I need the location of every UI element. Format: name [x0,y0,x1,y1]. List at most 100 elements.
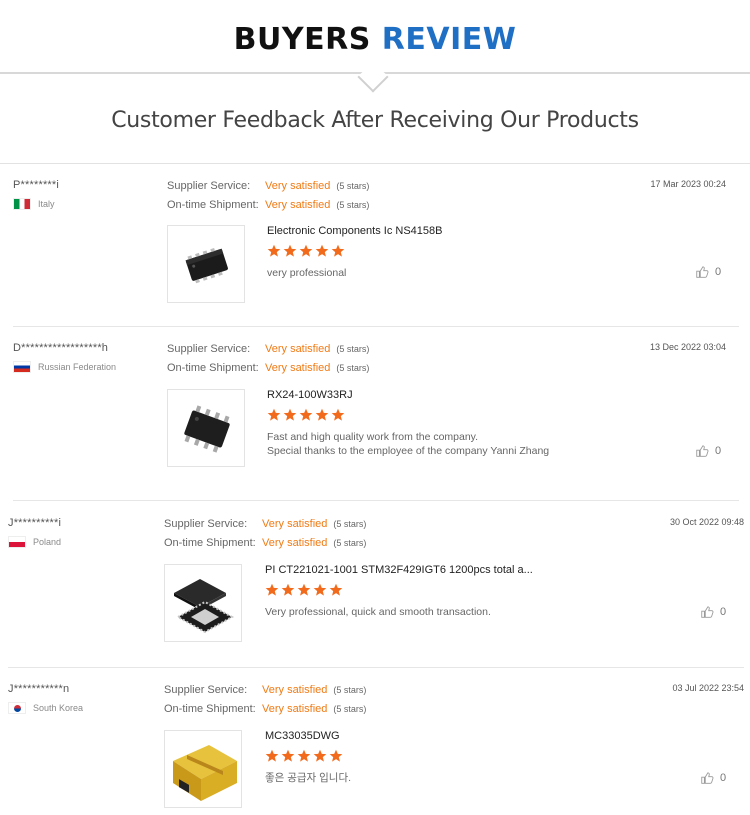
page-title: BUYERS REVIEW [0,22,750,57]
review-comment: 좋은 공급자 입니다. [265,771,351,785]
ontime-shipment-rating: On-time Shipment: Very satisfied (5 star… [164,537,366,549]
product-name[interactable]: MC33035DWG [265,730,340,742]
supplier-service-value: Very satisfied [265,180,331,192]
like-button[interactable]: 0 [700,605,726,619]
buyer-name: P********i [13,179,60,191]
star-icon [313,749,327,762]
ontime-shipment-label: On-time Shipment: [167,199,259,211]
like-count: 0 [715,266,722,278]
ontime-shipment-value: Very satisfied [262,703,328,715]
buyer-country: Poland [8,536,61,548]
like-button[interactable]: 0 [695,265,721,279]
supplier-service-rating: Supplier Service: Very satisfied (5 star… [167,343,369,355]
review-date: 03 Jul 2022 23:54 [672,683,744,693]
supplier-service-stars: (5 stars) [336,344,370,354]
ontime-shipment-value: Very satisfied [265,362,331,374]
title-main: BUYERS [233,22,371,57]
product-thumbnail[interactable] [167,389,245,467]
like-button[interactable]: 0 [695,444,721,458]
comment-line: Fast and high quality work from the comp… [267,431,479,443]
star-icon [283,244,297,257]
ontime-shipment-stars: (5 stars) [333,704,367,714]
thumbs-up-icon [696,266,709,278]
star-rating [265,583,343,597]
buyer-name: J***********n [8,683,70,695]
ontime-shipment-value: Very satisfied [265,199,331,211]
review-card: P********i Italy Supplier Service: Very … [13,179,739,327]
qfn-chip-icon [174,579,235,634]
star-rating [267,408,345,422]
star-icon [313,583,327,596]
comment-line: 좋은 공급자 입니다. [265,772,352,784]
comment-line: Very professional, quick and smooth tran… [265,606,491,618]
ontime-shipment-rating: On-time Shipment: Very satisfied (5 star… [167,362,369,374]
ontime-shipment-value: Very satisfied [262,537,328,549]
soic-chip-icon [184,405,230,453]
like-button[interactable]: 0 [700,771,726,785]
section-divider [0,163,750,164]
korea-flag-icon [8,702,26,714]
review-date: 30 Oct 2022 09:48 [669,517,744,527]
review-divider [13,500,739,501]
supplier-service-stars: (5 stars) [336,181,370,191]
ontime-shipment-label: On-time Shipment: [167,362,259,374]
product-name[interactable]: Electronic Components Ic NS4158B [267,225,442,237]
section-subtitle: Customer Feedback After Receiving Our Pr… [111,108,639,133]
star-icon [299,408,313,421]
supplier-service-label: Supplier Service: [164,518,248,530]
star-icon [299,244,313,257]
star-rating [267,244,345,258]
supplier-service-label: Supplier Service: [167,180,251,192]
italy-flag-icon [13,198,31,210]
header-notch-arrow [357,61,389,93]
buyer-country: Russian Federation [13,361,116,373]
country-label: Italy [38,199,55,209]
review-date: 13 Dec 2022 03:04 [649,342,726,352]
review-comment: Very professional, quick and smooth tran… [265,605,491,619]
review-comment: very professional [267,266,346,280]
star-icon [265,583,279,596]
review-comment: Fast and high quality work from the comp… [267,430,549,458]
buyer-name: D******************h [13,342,109,354]
review-card: J**********i Poland Supplier Service: Ve… [8,517,744,668]
star-icon [329,749,343,762]
ontime-shipment-rating: On-time Shipment: Very satisfied (5 star… [164,703,366,715]
ontime-shipment-rating: On-time Shipment: Very satisfied (5 star… [167,199,369,211]
supplier-service-value: Very satisfied [262,684,328,696]
like-count: 0 [720,772,727,784]
product-thumbnail[interactable] [167,225,245,303]
country-label: South Korea [33,703,84,713]
review-card: D******************h Russian Federation … [13,342,739,501]
product-name[interactable]: PI CT221021-1001 STM32F429IGT6 1200pcs t… [265,564,533,576]
star-icon [315,244,329,257]
supplier-service-rating: Supplier Service: Very satisfied (5 star… [167,180,369,192]
thumbs-up-icon [701,772,714,784]
review-card: J***********n South Korea Supplier Servi… [8,683,744,811]
country-label: Russian Federation [38,362,117,372]
star-icon [265,749,279,762]
product-thumbnail[interactable] [164,564,242,642]
product-thumbnail[interactable] [164,730,242,808]
ontime-shipment-stars: (5 stars) [336,363,370,373]
star-icon [281,749,295,762]
ontime-shipment-stars: (5 stars) [333,538,367,548]
poland-flag-icon [8,536,26,548]
comment-line: Special thanks to the employee of the co… [267,445,550,457]
page-header: BUYERS REVIEW [0,0,750,93]
supplier-service-rating: Supplier Service: Very satisfied (5 star… [164,518,366,530]
supplier-service-label: Supplier Service: [164,684,248,696]
buyer-name: J**********i [8,517,62,529]
star-rating [265,749,343,763]
ontime-shipment-stars: (5 stars) [336,200,370,210]
product-name[interactable]: RX24-100W33RJ [267,389,353,401]
review-divider [8,667,744,668]
star-icon [267,408,281,421]
review-divider [13,326,739,327]
supplier-service-rating: Supplier Service: Very satisfied (5 star… [164,684,366,696]
star-icon [331,408,345,421]
buyer-country: Italy [13,198,55,210]
star-icon [331,244,345,257]
supplier-service-stars: (5 stars) [333,519,367,529]
like-count: 0 [720,606,727,618]
dfn-chip-icon [185,247,228,284]
